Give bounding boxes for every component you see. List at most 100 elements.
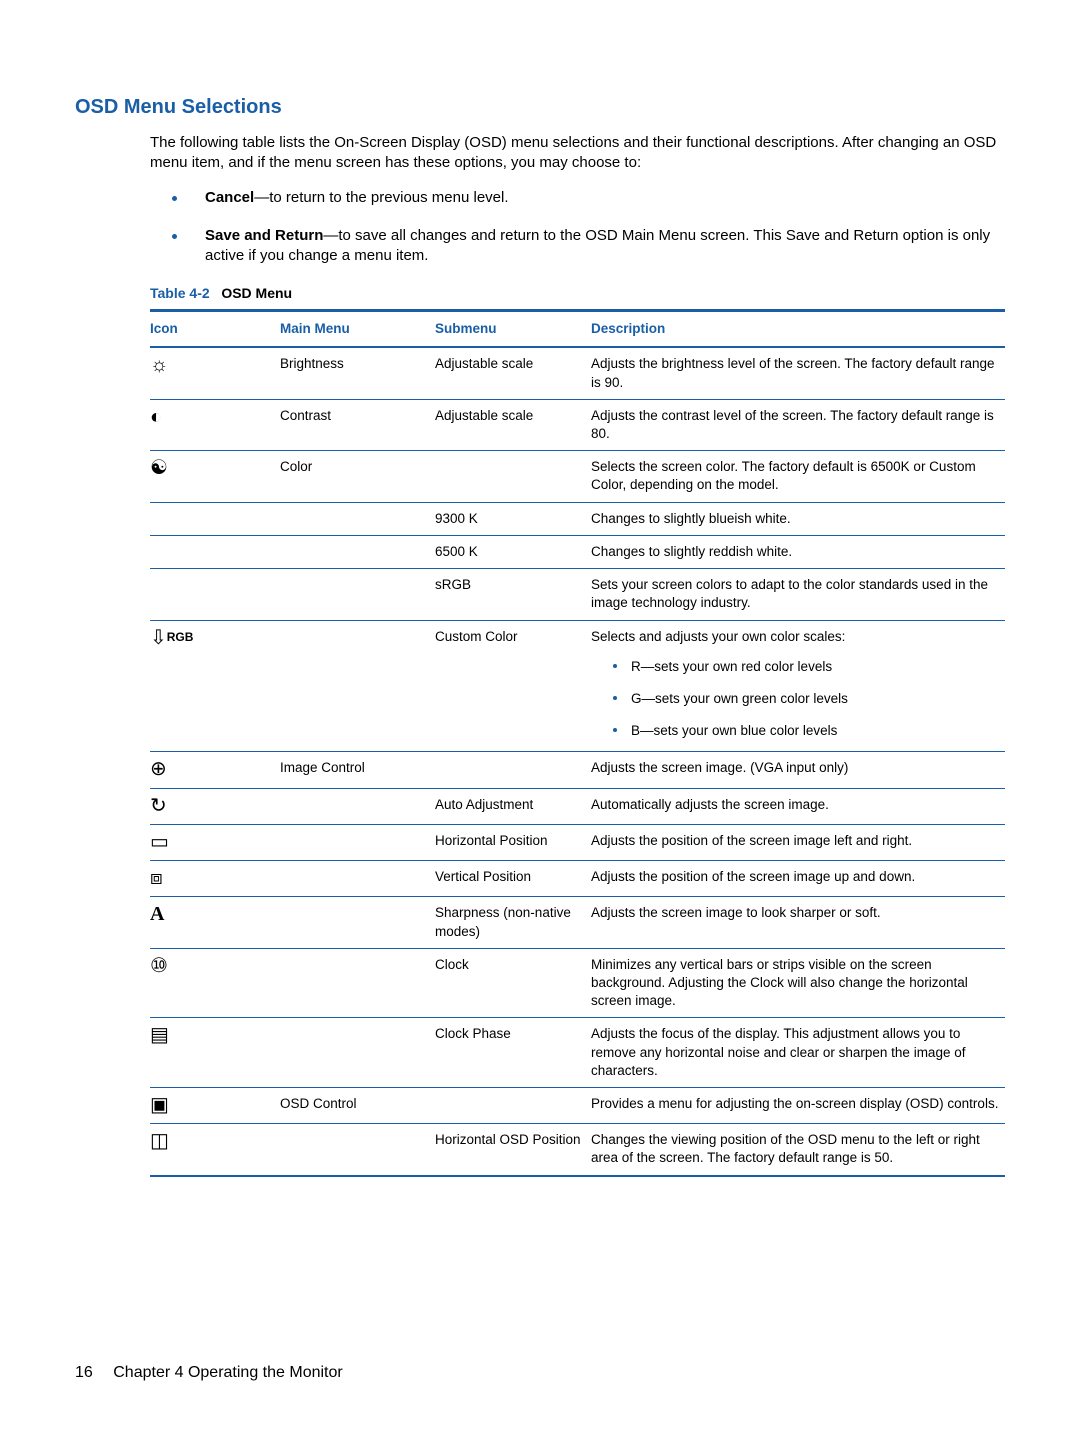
cell-description: Minimizes any vertical bars or strips vi… (591, 956, 1005, 1011)
cell-main-menu: Contrast (280, 407, 435, 425)
table-caption-title: OSD Menu (214, 285, 293, 301)
table-row: ▤Clock PhaseAdjusts the focus of the dis… (150, 1018, 1005, 1088)
cell-description: Adjusts the position of the screen image… (591, 832, 1005, 850)
description-bullet-item: R—sets your own red color levels (591, 658, 1005, 676)
cell-submenu: Clock (435, 956, 591, 974)
description-text: Adjusts the screen image to look sharper… (591, 904, 1005, 922)
description-bullet-item: G—sets your own green color levels (591, 690, 1005, 708)
table-row: ☼BrightnessAdjustable scaleAdjusts the b… (150, 348, 1005, 399)
cell-icon: ↻ (150, 796, 280, 817)
bullet-text: R—sets your own red color levels (631, 658, 832, 676)
table-row: 6500 KChanges to slightly reddish white. (150, 536, 1005, 569)
description-text: Adjusts the position of the screen image… (591, 832, 1005, 850)
table-row: ⧈ Vertical PositionAdjusts the position o… (150, 861, 1005, 897)
cell-description: Adjusts the contrast level of the screen… (591, 407, 1005, 443)
cell-icon: ☼ (150, 355, 280, 376)
sharpness-icon: A (150, 904, 164, 924)
table-row: ⇩RGB Custom ColorSelects and adjusts your… (150, 621, 1005, 753)
description-text: Adjusts the screen image. (VGA input onl… (591, 759, 1005, 777)
bullet-dot-icon (172, 196, 177, 201)
bullet-dot-icon (172, 234, 177, 239)
table-row: ASharpness (non-native modes)Adjusts the… (150, 897, 1005, 948)
bullet-dot-icon (613, 696, 617, 700)
table-row: ▣OSD ControlProvides a menu for adjustin… (150, 1088, 1005, 1124)
cell-submenu: Custom Color (435, 628, 591, 646)
cell-submenu: Vertical Position (435, 868, 591, 886)
cell-submenu: Horizontal OSD Position (435, 1131, 591, 1149)
cell-icon: ◐ (150, 407, 280, 428)
bullet-text: Save and Return—to save all changes and … (205, 226, 1005, 267)
description-text: Changes to slightly blueish white. (591, 510, 1005, 528)
contrast-icon: ◐ (150, 407, 162, 427)
page-number: 16 (75, 1364, 93, 1381)
rgb-icon: ⇩RGB (150, 628, 193, 648)
description-text: Changes the viewing position of the OSD … (591, 1131, 1005, 1167)
cell-submenu: Adjustable scale (435, 407, 591, 425)
intro-bullet-2: Save and Return—to save all changes and … (150, 226, 1005, 267)
description-text: Minimizes any vertical bars or strips vi… (591, 956, 1005, 1011)
description-text: Sets your screen colors to adapt to the … (591, 576, 1005, 612)
cell-submenu: 6500 K (435, 543, 591, 561)
clock-phase-icon: ▤ (150, 1025, 169, 1045)
bullet-text: Cancel—to return to the previous menu le… (205, 188, 509, 208)
description-text: Selects and adjusts your own color scale… (591, 628, 1005, 646)
image-control-icon: ⊕ (150, 759, 167, 779)
table-caption: Table 4-2 OSD Menu (150, 284, 1005, 303)
bullet-dot-icon (613, 664, 617, 668)
bullet-text: B—sets your own blue color levels (631, 722, 837, 740)
v-position-icon: ⧈ (150, 868, 163, 888)
cell-description: Changes to slightly blueish white. (591, 510, 1005, 528)
cell-description: Sets your screen colors to adapt to the … (591, 576, 1005, 612)
intro-paragraph: The following table lists the On-Screen … (150, 133, 1005, 174)
page-footer: 16 Chapter 4 Operating the Monitor (75, 1364, 343, 1382)
header-main: Main Menu (280, 320, 435, 338)
table-row: ▭ Horizontal PositionAdjusts the position… (150, 825, 1005, 861)
table-header-row: Icon Main Menu Submenu Description (150, 312, 1005, 348)
cell-icon: ⊕ (150, 759, 280, 780)
h-position-icon: ▭ (150, 832, 169, 852)
cell-icon: ▤ (150, 1025, 280, 1046)
section-heading: OSD Menu Selections (75, 96, 1005, 119)
cell-icon: ⇩RGB (150, 628, 280, 649)
cell-icon: ▭ (150, 832, 280, 853)
cell-description: Adjusts the position of the screen image… (591, 868, 1005, 886)
cell-main-menu: OSD Control (280, 1095, 435, 1113)
cell-description: Automatically adjusts the screen image. (591, 796, 1005, 814)
cell-icon: ▣ (150, 1095, 280, 1116)
table-row: 9300 KChanges to slightly blueish white. (150, 503, 1005, 536)
intro-bullets: Cancel—to return to the previous menu le… (150, 188, 1005, 267)
color-icon: ☯ (150, 458, 168, 478)
description-text: Adjusts the focus of the display. This a… (591, 1025, 1005, 1080)
description-bullets: R—sets your own red color levels G—sets y… (591, 658, 1005, 741)
cell-description: Selects and adjusts your own color scale… (591, 628, 1005, 745)
table-row: ↻ Auto AdjustmentAutomatically adjusts th… (150, 789, 1005, 825)
cell-icon: ⧈ (150, 868, 280, 889)
header-desc: Description (591, 320, 1005, 338)
auto-adjust-icon: ↻ (150, 796, 167, 816)
cell-main-menu: Brightness (280, 355, 435, 373)
table-body: ☼BrightnessAdjustable scaleAdjusts the b… (150, 348, 1005, 1174)
table-row: ☯ Color Selects the screen color. The fact… (150, 451, 1005, 502)
cell-submenu: 9300 K (435, 510, 591, 528)
cell-submenu: Auto Adjustment (435, 796, 591, 814)
cell-description: Adjusts the screen image. (VGA input onl… (591, 759, 1005, 777)
header-icon: Icon (150, 320, 280, 338)
cell-submenu: Horizontal Position (435, 832, 591, 850)
cell-main-menu: Color (280, 458, 435, 476)
bullet-dot-icon (613, 728, 617, 732)
cell-description: Adjusts the screen image to look sharper… (591, 904, 1005, 922)
cell-icon: ☯ (150, 458, 280, 479)
table-caption-label: Table 4-2 (150, 285, 210, 301)
description-text: Adjusts the position of the screen image… (591, 868, 1005, 886)
h-osd-icon: ◫ (150, 1131, 169, 1151)
cell-description: Selects the screen color. The factory de… (591, 458, 1005, 494)
cell-submenu: sRGB (435, 576, 591, 594)
cell-description: Adjusts the brightness level of the scre… (591, 355, 1005, 391)
description-text: Selects the screen color. The factory de… (591, 458, 1005, 494)
cell-submenu: Adjustable scale (435, 355, 591, 373)
description-text: Adjusts the contrast level of the screen… (591, 407, 1005, 443)
header-sub: Submenu (435, 320, 591, 338)
description-bullet-item: B—sets your own blue color levels (591, 722, 1005, 740)
description-text: Changes to slightly reddish white. (591, 543, 1005, 561)
table-row: ◐ ContrastAdjustable scaleAdjusts the con… (150, 400, 1005, 451)
